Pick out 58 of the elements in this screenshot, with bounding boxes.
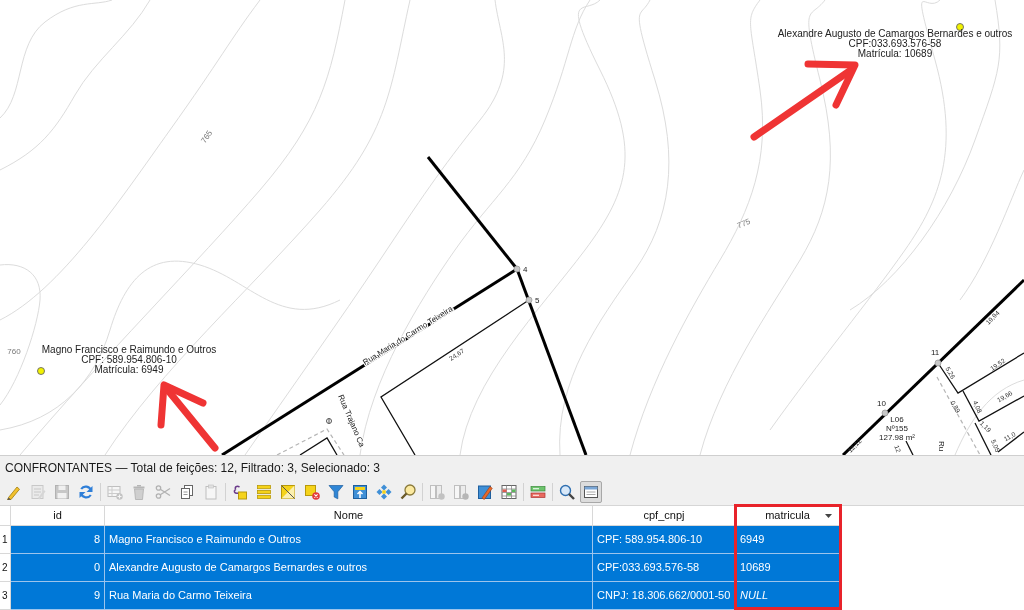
scissors-icon xyxy=(155,484,171,500)
invert-selection-icon xyxy=(280,484,296,500)
pencil-icon xyxy=(6,484,22,500)
table-row[interactable]: 3 9 Rua Maria do Carmo Teixeira CNPJ: 18.306.662/0001-50 NULL xyxy=(0,582,840,610)
vertex-marker-icon xyxy=(513,265,521,273)
vertex-label: 11 xyxy=(931,348,940,357)
four-diamonds-icon xyxy=(376,484,392,500)
vertex-marker-icon xyxy=(525,296,533,304)
notepad-icon xyxy=(30,484,46,500)
vertex-label: 10 xyxy=(877,399,886,408)
point-marker-icon xyxy=(956,23,964,31)
column-header[interactable]: id xyxy=(11,506,105,526)
street-label: Ru xyxy=(936,440,946,452)
table-row[interactable]: 1 8 Magno Francisco e Raimundo e Outros CPF: 589.954.806-10 6949 xyxy=(0,526,840,554)
street-marker-icon xyxy=(326,418,332,424)
clipboard-icon xyxy=(203,484,219,500)
funnel-icon xyxy=(328,484,344,500)
vertex-marker-icon xyxy=(934,359,942,367)
contour-label: 775 xyxy=(735,216,752,231)
window-icon xyxy=(583,484,599,500)
table-cell: CNPJ: 18.306.662/0001-50 xyxy=(593,582,736,610)
lot-line xyxy=(299,437,338,455)
table-row[interactable]: 2 0 Alexandre Augusto de Camargos Bernardes e outros CPF:033.693.576-58 10689 xyxy=(0,554,840,582)
column-header[interactable]: Nome xyxy=(105,506,593,526)
row-number[interactable]: 1 xyxy=(0,526,11,554)
refresh-icon xyxy=(78,484,94,500)
epsilon-square-icon xyxy=(232,484,248,500)
stacked-rows-icon xyxy=(256,484,272,500)
point-marker-icon xyxy=(37,367,45,375)
row-number[interactable]: 2 xyxy=(0,554,11,582)
table-cell: 9 xyxy=(11,582,105,610)
contour-label: 760 xyxy=(7,347,21,357)
search-icon xyxy=(559,484,575,500)
column-plus-icon xyxy=(429,484,445,500)
vertex-label: 4 xyxy=(523,265,528,274)
table-cell: Rua Maria do Carmo Teixeira xyxy=(105,582,593,610)
dashed-line xyxy=(276,428,345,455)
column-minus-icon xyxy=(453,484,469,500)
magnifier-icon xyxy=(400,484,416,500)
trash-icon xyxy=(131,484,147,500)
panel-title: CONFRONTANTES — Total de feições: 12, Filtrado: 3, Selecionado: 3 xyxy=(5,461,381,475)
lot-label: L06 Nº155 127.98 m² xyxy=(879,415,915,442)
owner-label: Magno Francisco e Raimundo e Outros CPF: 589.954.806-10 Matrícula: 6949 xyxy=(41,344,217,375)
contour-label: 765 xyxy=(199,128,215,145)
copy-icon xyxy=(179,484,195,500)
table-grid-icon xyxy=(501,484,517,500)
sort-indicator-icon xyxy=(825,514,832,518)
vertex-marker-icon xyxy=(881,409,889,417)
actions-icon xyxy=(530,484,546,500)
table-cell: NULL xyxy=(736,582,840,610)
table-plus-icon xyxy=(107,484,123,500)
deselect-icon xyxy=(304,484,320,500)
row-number[interactable]: 3 xyxy=(0,582,11,610)
pencil-card-icon xyxy=(477,484,493,500)
vertex-label: 5 xyxy=(535,296,540,305)
dock-toggle-button[interactable] xyxy=(580,481,602,503)
move-to-top-icon xyxy=(352,484,368,500)
owner-label: Alexandre Augusto de Camargos Bernardes e outros CPF:033.693.576-58 Matrícula: 10689 xyxy=(777,28,1013,59)
